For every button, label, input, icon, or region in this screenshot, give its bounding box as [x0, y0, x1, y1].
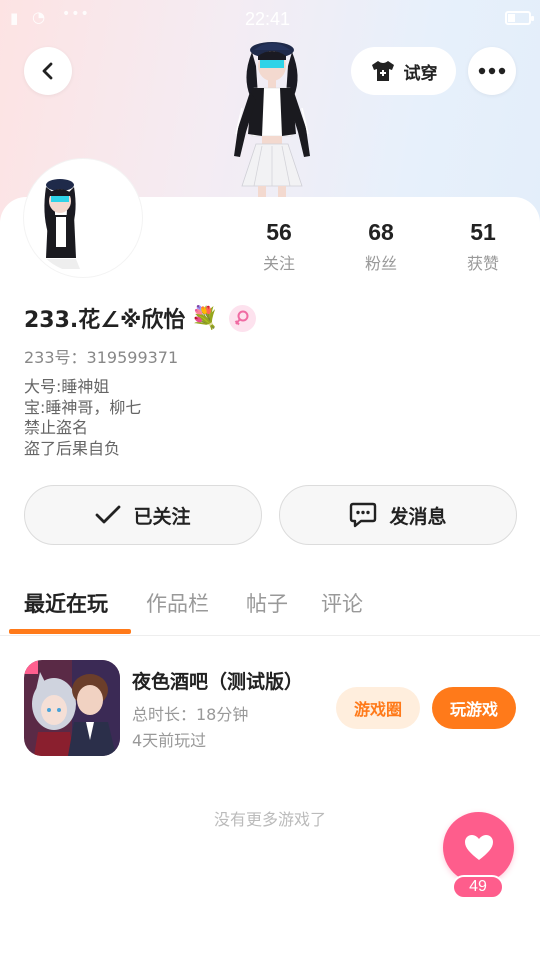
chevron-left-icon	[42, 62, 53, 80]
status-time: 22:41	[245, 9, 291, 29]
bio-line: 禁止盗名	[24, 418, 89, 437]
avatar-full-body[interactable]	[212, 36, 332, 201]
try-on-button[interactable]: 试穿	[351, 47, 456, 95]
bio: 大号:睡神姐 宝:睡神哥，柳七 禁止盗名 盗了后果自负	[24, 377, 141, 459]
signal-icon: ▮	[10, 9, 19, 27]
nickname-row: 233.花∠※欣怡 💐	[24, 302, 256, 334]
like-button[interactable]	[443, 812, 514, 883]
stat-following-value: 56	[266, 219, 292, 245]
avatar-portrait	[28, 163, 138, 273]
stat-following-label: 关注	[262, 254, 295, 273]
game-circle-button[interactable]: 游戏圈	[336, 687, 420, 729]
bouquet-icon: 💐	[191, 305, 219, 331]
game-duration: 总时长：18分钟	[132, 705, 249, 724]
stat-following[interactable]: 56 关注	[239, 218, 319, 274]
more-button[interactable]	[468, 47, 516, 95]
stat-followers-label: 粉丝	[364, 254, 397, 273]
tab-recently-played[interactable]: 最近在玩	[24, 588, 108, 618]
followed-label: 已关注	[133, 505, 191, 528]
game-last-played: 4天前玩过	[132, 731, 207, 750]
play-game-button[interactable]: 玩游戏	[432, 687, 516, 729]
female-gender-icon	[228, 304, 256, 332]
list-item[interactable]: 夜色酒吧（测试版） 总时长：18分钟 4天前玩过 游戏圈 玩游戏	[0, 655, 540, 761]
battery-icon	[505, 11, 534, 25]
notification-dots-icon: •••	[62, 6, 90, 22]
profile-tabs: 最近在玩 作品栏 帖子 评论	[0, 578, 540, 636]
nickname: 233.花∠※欣怡	[24, 308, 186, 333]
tab-works[interactable]: 作品栏	[146, 588, 209, 618]
bio-line: 盗了后果自负	[24, 438, 121, 458]
stat-followers[interactable]: 68 粉丝	[341, 218, 421, 274]
active-tab-indicator	[9, 629, 131, 634]
like-count-badge: 49	[452, 875, 504, 899]
stat-likes-value: 51	[470, 219, 496, 245]
heart-icon	[464, 835, 493, 860]
followed-button[interactable]: 已关注	[24, 485, 262, 545]
user-id: 233号：319599371	[24, 348, 179, 367]
back-button[interactable]	[24, 47, 72, 95]
bio-line: 宝:睡神哥，柳七	[24, 397, 142, 417]
tab-comments[interactable]: 评论	[321, 588, 363, 618]
stat-likes[interactable]: 51 获赞	[443, 218, 523, 274]
chat-bubble-icon	[350, 502, 377, 528]
checkmark-icon	[96, 505, 121, 524]
send-message-button[interactable]: 发消息	[279, 485, 517, 545]
tab-posts[interactable]: 帖子	[246, 588, 288, 618]
stat-followers-value: 68	[368, 219, 394, 245]
status-bar: ▮ ◔ ••• 22:41	[0, 0, 540, 38]
avatar[interactable]	[24, 159, 142, 277]
tshirt-icon	[371, 61, 394, 81]
game-title[interactable]: 夜色酒吧（测试版）	[132, 667, 303, 694]
bio-line: 大号:睡神姐	[24, 377, 110, 396]
wifi-icon: ◔	[32, 8, 46, 26]
stat-likes-label: 获赞	[466, 254, 499, 273]
send-message-label: 发消息	[389, 505, 447, 528]
try-on-label: 试穿	[403, 63, 438, 84]
game-icon[interactable]	[24, 660, 120, 756]
ellipsis-icon	[478, 67, 506, 75]
